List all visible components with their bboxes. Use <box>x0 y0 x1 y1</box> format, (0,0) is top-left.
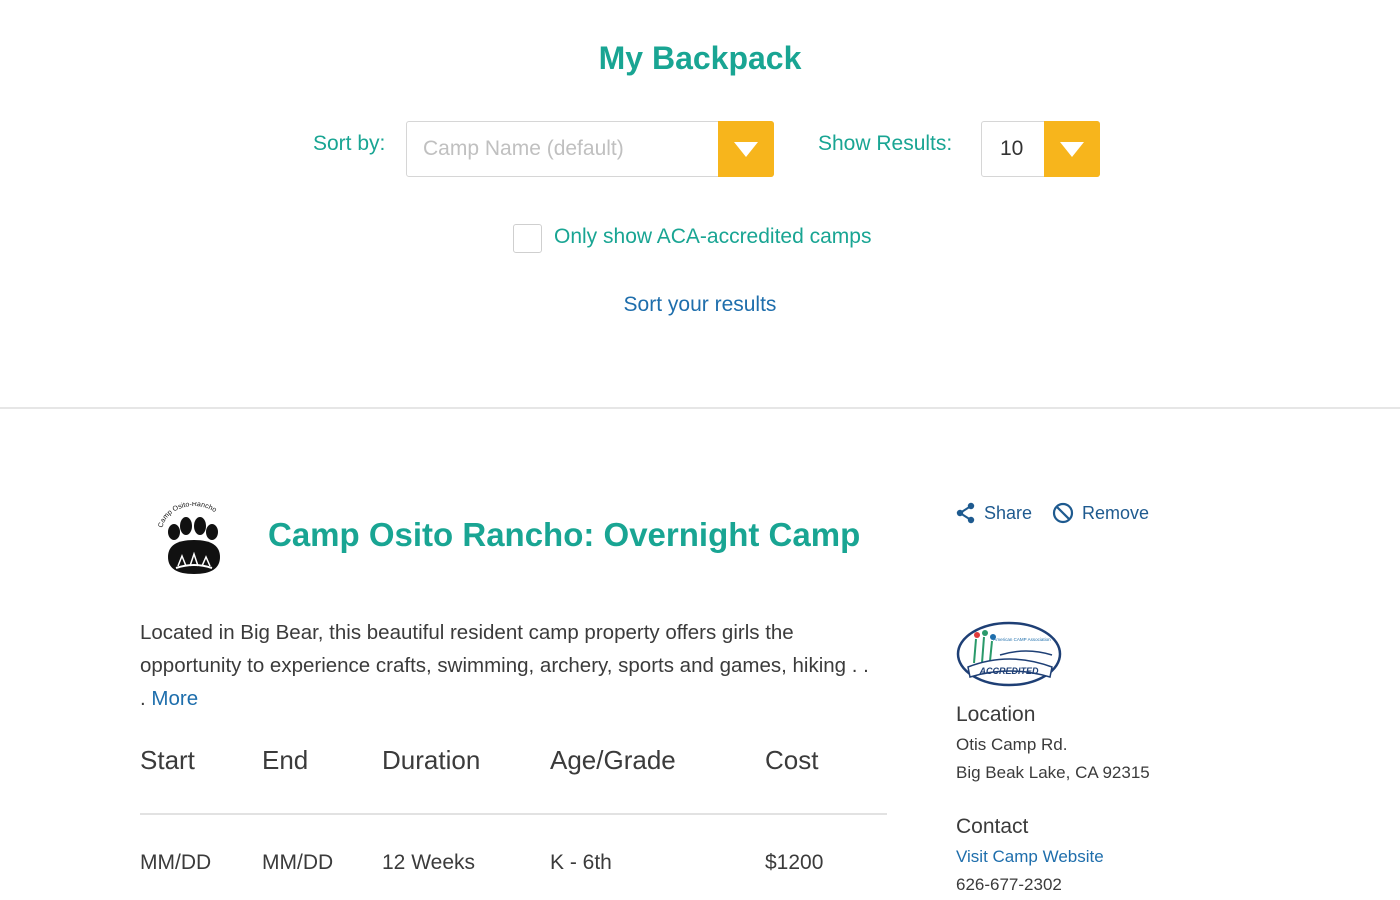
visit-camp-website-link[interactable]: Visit Camp Website <box>956 847 1104 867</box>
sort-by-value: Camp Name (default) <box>423 137 624 160</box>
table-header-age-grade: Age/Grade <box>550 745 676 775</box>
table-cell-start: MM/DD <box>140 851 212 874</box>
table-cell-age-grade: K - 6th <box>550 851 612 874</box>
aca-accredited-badge: American CAMP Association ACCREDITED <box>956 621 1062 687</box>
page-title: My Backpack <box>598 40 802 76</box>
table-cell-duration: 12 Weeks <box>382 851 475 874</box>
contact-heading: Contact <box>956 815 1029 838</box>
badge-top-text: American CAMP Association <box>993 637 1051 642</box>
table-divider <box>140 813 887 815</box>
camp-description: Located in Big Bear, this beautiful resi… <box>140 616 880 715</box>
ban-icon <box>1052 502 1074 524</box>
contact-phone: 626-677-2302 <box>956 875 1062 894</box>
section-divider <box>0 407 1400 409</box>
sort-dropdown-button[interactable] <box>718 121 774 177</box>
share-label: Share <box>984 502 1033 523</box>
show-results-value: 10 <box>1000 137 1024 160</box>
results-dropdown-button[interactable] <box>1044 121 1100 177</box>
camp-description-text: Located in Big Bear, this beautiful resi… <box>140 621 869 710</box>
location-address-line2: Big Beak Lake, CA 92315 <box>956 763 1150 782</box>
chevron-down-icon <box>1060 142 1084 157</box>
camp-title[interactable]: Camp Osito Rancho: Overnight Camp <box>268 516 860 554</box>
location-address-line1: Otis Camp Rd. <box>956 735 1068 754</box>
location-heading: Location <box>956 703 1036 726</box>
chevron-down-icon <box>734 142 758 157</box>
table-cell-end: MM/DD <box>262 851 334 874</box>
table-header-start: Start <box>140 745 195 775</box>
table-cell-cost: $1200 <box>765 851 824 874</box>
share-icon <box>956 502 975 524</box>
table-header-duration: Duration <box>382 745 481 775</box>
show-results-label: Show Results: <box>818 132 953 155</box>
table-header-cost: Cost <box>765 745 819 775</box>
sort-results-link[interactable]: Sort your results <box>0 293 1400 317</box>
remove-button[interactable]: Remove <box>1052 502 1149 524</box>
badge-bottom-text: ACCREDITED <box>978 666 1039 676</box>
aca-accredited-checkbox[interactable] <box>513 224 542 253</box>
more-link[interactable]: More <box>151 687 198 710</box>
bear-paw-logo: Camp Osito-Rancho <box>157 502 220 574</box>
sort-by-label: Sort by: <box>313 132 386 155</box>
show-results-select[interactable]: 10 <box>981 121 1100 177</box>
share-button[interactable]: Share <box>956 502 1032 524</box>
aca-accredited-label[interactable]: Only show ACA-accredited camps <box>554 225 871 249</box>
remove-label: Remove <box>1082 502 1150 523</box>
sort-by-select[interactable]: Camp Name (default) <box>406 121 774 177</box>
table-header-end: End <box>262 745 309 775</box>
